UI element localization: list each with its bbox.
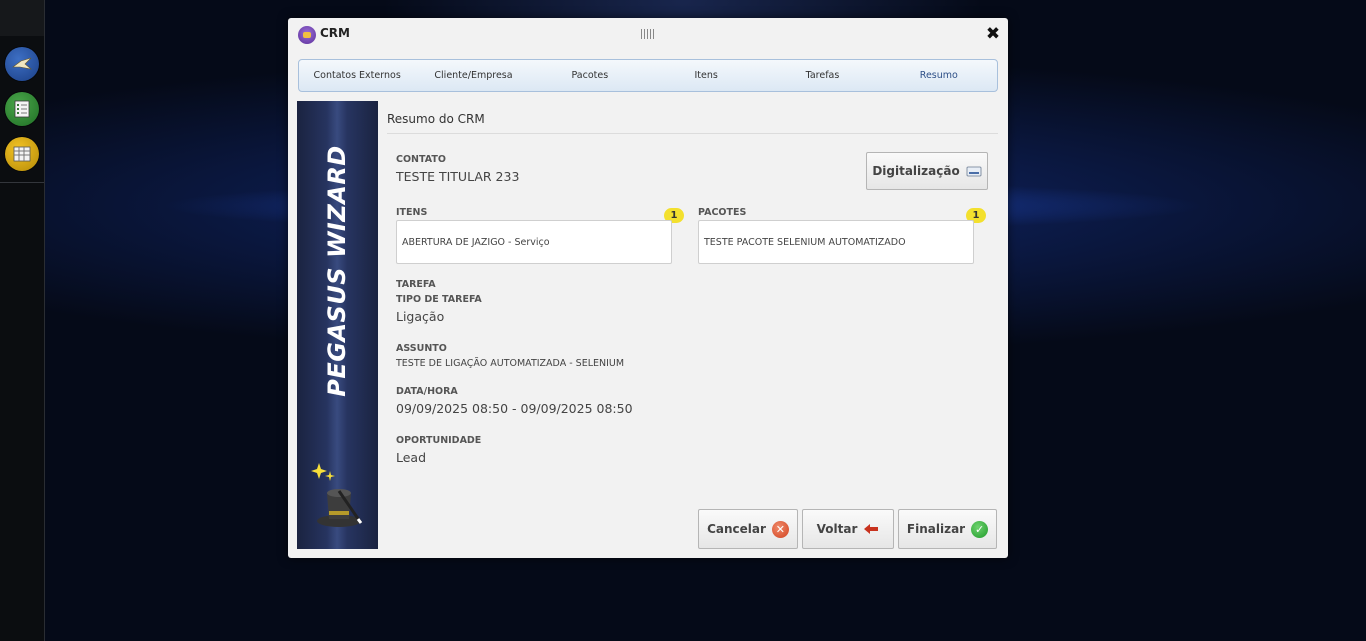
pacotes-label: PACOTES	[698, 207, 747, 218]
rail-header	[0, 0, 44, 36]
itens-value: ABERTURA DE JAZIGO - Serviço	[402, 236, 550, 248]
close-icon[interactable]: ✖	[985, 25, 1001, 43]
data-hora-label: DATA/HORA	[396, 386, 458, 397]
tab-tarefas[interactable]: Tarefas	[764, 60, 880, 91]
rail-divider	[0, 182, 44, 183]
tab-resumo[interactable]: Resumo	[881, 60, 997, 91]
cancel-label: Cancelar	[707, 522, 766, 536]
tarefa-label: TAREFA	[396, 279, 436, 290]
pacotes-value: TESTE PACOTE SELENIUM AUTOMATIZADO	[704, 236, 906, 248]
crm-app-icon	[298, 26, 316, 44]
contato-label: CONTATO	[396, 154, 446, 165]
summary-divider	[387, 133, 998, 134]
cancel-button[interactable]: Cancelar ✕	[698, 509, 798, 549]
tipo-tarefa-value: Ligação	[396, 309, 445, 324]
banner-title: PEGASUS WIZARD	[323, 145, 351, 397]
assunto-value: TESTE DE LIGAÇÃO AUTOMATIZADA - SELENIUM	[396, 358, 625, 369]
scanner-icon	[966, 166, 982, 177]
tipo-tarefa-label: TIPO DE TAREFA	[396, 294, 482, 305]
tab-pacotes[interactable]: Pacotes	[532, 60, 648, 91]
contato-value: TESTE TITULAR 233	[396, 169, 520, 184]
summary-title: Resumo do CRM	[387, 112, 485, 126]
grid-table-icon[interactable]	[5, 137, 39, 171]
digitalizacao-button[interactable]: Digitalização	[866, 152, 988, 190]
itens-box: ABERTURA DE JAZIGO - Serviço	[396, 220, 672, 264]
pacotes-box: TESTE PACOTE SELENIUM AUTOMATIZADO	[698, 220, 974, 264]
pegasus-icon[interactable]	[5, 47, 39, 81]
wizard-tabs: Contatos Externos Cliente/Empresa Pacote…	[298, 59, 998, 92]
oportunidade-label: OPORTUNIDADE	[396, 435, 482, 446]
finish-label: Finalizar	[906, 522, 966, 536]
tab-cliente-empresa[interactable]: Cliente/Empresa	[415, 60, 531, 91]
oportunidade-value: Lead	[396, 450, 427, 465]
dialog-title: CRM	[320, 26, 350, 40]
data-hora-value: 09/09/2025 08:50 - 09/09/2025 08:50	[396, 401, 633, 416]
magic-hat-icon	[311, 463, 363, 527]
wizard-side-banner: PEGASUS WIZARD	[297, 101, 378, 549]
tab-itens[interactable]: Itens	[648, 60, 764, 91]
finish-button[interactable]: Finalizar ✓	[898, 509, 997, 549]
back-label: Voltar	[816, 522, 858, 536]
digitalizacao-label: Digitalização	[872, 164, 960, 178]
check-icon: ✓	[971, 520, 989, 538]
cancel-x-icon: ✕	[771, 520, 789, 538]
document-list-icon[interactable]	[5, 92, 39, 126]
back-button[interactable]: Voltar	[802, 509, 894, 549]
drag-handle-icon[interactable]	[641, 29, 655, 39]
tab-contatos-externos[interactable]: Contatos Externos	[299, 60, 415, 91]
itens-label: ITENS	[396, 207, 428, 218]
crm-wizard-dialog: CRM ✖ Contatos Externos Cliente/Empresa …	[288, 18, 1008, 558]
dialog-titlebar[interactable]: CRM ✖	[288, 18, 1008, 52]
left-rail	[0, 0, 45, 641]
assunto-label: ASSUNTO	[396, 343, 447, 354]
back-arrow-icon	[864, 524, 879, 534]
